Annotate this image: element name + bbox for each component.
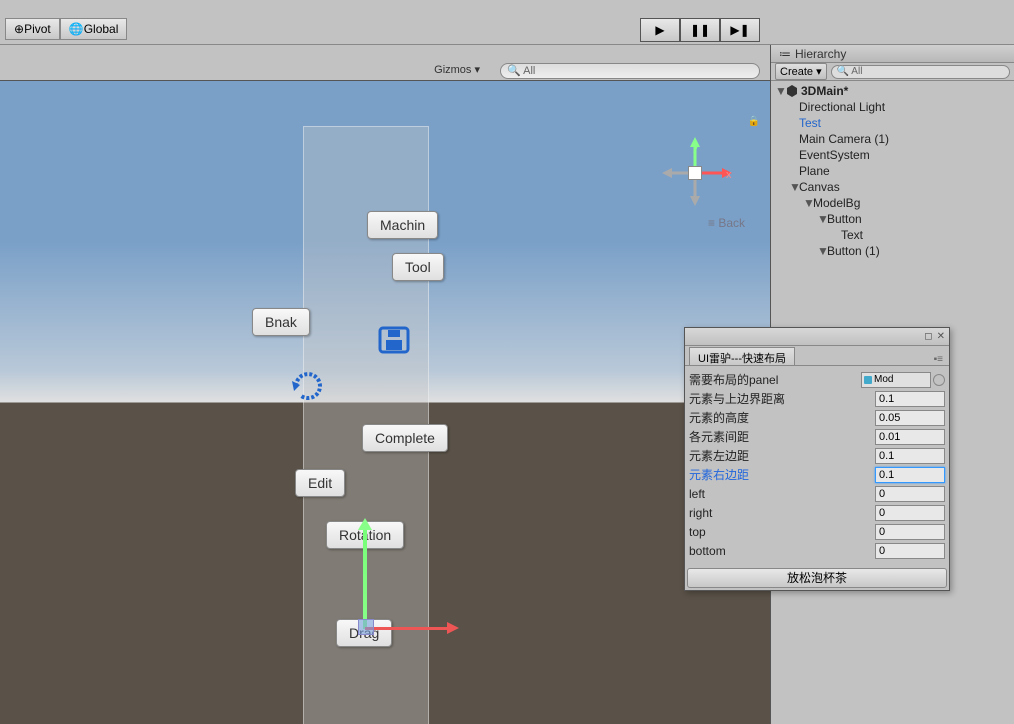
hierarchy-toolbar: Create ▾ 🔍 All xyxy=(771,63,1014,81)
property-label: left xyxy=(689,487,875,501)
property-row: left xyxy=(689,484,945,503)
hierarchy-item[interactable]: ▼Canvas xyxy=(771,179,1014,195)
number-input[interactable] xyxy=(875,543,945,559)
scene-toolbar: Gizmos ▾ 🔍 All xyxy=(0,45,770,81)
move-gizmo-y-axis[interactable] xyxy=(363,521,367,629)
property-label: top xyxy=(689,525,875,539)
property-list: 需要布局的panelMod元素与上边界距离元素的高度各元素间距元素左边距元素右边… xyxy=(685,366,949,564)
save-icon xyxy=(376,326,412,354)
number-input[interactable] xyxy=(875,486,945,502)
number-input[interactable] xyxy=(875,448,945,464)
scene-root[interactable]: ▼ 3DMain* xyxy=(771,83,1014,99)
property-row: bottom xyxy=(689,541,945,560)
property-label: bottom xyxy=(689,544,875,558)
handle-mode-group: ⊕ Pivot 🌐 Global xyxy=(5,18,127,40)
window-titlebar[interactable]: ◻ ✕ xyxy=(685,328,949,346)
lock-icon[interactable]: 🔒 xyxy=(748,116,760,127)
hierarchy-item[interactable]: Test xyxy=(771,115,1014,131)
number-input[interactable] xyxy=(875,429,945,445)
close-icon[interactable]: ✕ xyxy=(937,331,945,342)
property-row: 元素的高度 xyxy=(689,408,945,427)
step-button[interactable]: ▶❚ xyxy=(720,18,760,42)
move-gizmo-x-axis[interactable] xyxy=(365,627,455,630)
move-gizmo-center[interactable] xyxy=(358,619,374,635)
scene-button-complete[interactable]: Complete xyxy=(362,424,448,452)
property-row: 各元素间距 xyxy=(689,427,945,446)
pause-button[interactable]: ❚❚ xyxy=(680,18,720,42)
hierarchy-item[interactable]: EventSystem xyxy=(771,147,1014,163)
property-label: 各元素间距 xyxy=(689,428,875,445)
global-button[interactable]: 🌐 Global xyxy=(60,18,128,40)
hierarchy-item[interactable]: Text xyxy=(771,227,1014,243)
axis-label-y: y xyxy=(693,141,699,153)
hierarchy-item[interactable]: ▼Button xyxy=(771,211,1014,227)
property-row: 元素与上边界距离 xyxy=(689,389,945,408)
hierarchy-tab[interactable]: ≔Hierarchy xyxy=(771,45,1014,63)
property-label: 元素右边距 xyxy=(689,466,875,483)
context-menu-icon[interactable]: ▪≡ xyxy=(934,354,943,365)
number-input[interactable] xyxy=(875,467,945,483)
property-label: 元素与上边界距离 xyxy=(689,390,875,407)
relax-button[interactable]: 放松泡杯茶 xyxy=(687,568,947,588)
number-input[interactable] xyxy=(875,391,945,407)
scene-button-tool[interactable]: Tool xyxy=(392,253,444,281)
number-input[interactable] xyxy=(875,524,945,540)
main-toolbar: ⊕ Pivot 🌐 Global ▶ ❚❚ ▶❚ xyxy=(0,0,1014,45)
hierarchy-item[interactable]: Main Camera (1) xyxy=(771,131,1014,147)
scene-viewport[interactable]: Machin Tool Bnak Complete Edit Rotation … xyxy=(0,81,770,724)
hierarchy-item[interactable]: Directional Light xyxy=(771,99,1014,115)
hierarchy-item[interactable]: Plane xyxy=(771,163,1014,179)
scene-button-edit[interactable]: Edit xyxy=(295,469,345,497)
window-tab[interactable]: UI雷驴---快速布局 xyxy=(689,347,795,365)
hierarchy-tree: ▼ 3DMain* Directional LightTestMain Came… xyxy=(771,81,1014,261)
property-label: 元素左边距 xyxy=(689,447,875,464)
hierarchy-search-input[interactable]: 🔍 All xyxy=(831,65,1010,79)
play-controls: ▶ ❚❚ ▶❚ xyxy=(640,18,760,42)
scene-view: Gizmos ▾ 🔍 All Machin Tool Bnak Complete… xyxy=(0,45,770,724)
property-label: 需要布局的panel xyxy=(689,371,861,388)
gizmos-dropdown[interactable]: Gizmos ▾ xyxy=(434,63,480,76)
property-row: 元素左边距 xyxy=(689,446,945,465)
hierarchy-item[interactable]: ▼ModelBg xyxy=(771,195,1014,211)
scene-button-machin[interactable]: Machin xyxy=(367,211,438,239)
property-row: top xyxy=(689,522,945,541)
play-button[interactable]: ▶ xyxy=(640,18,680,42)
scene-button-bnak[interactable]: Bnak xyxy=(252,308,310,336)
popout-icon[interactable]: ◻ xyxy=(924,331,932,342)
property-row: 元素右边距 xyxy=(689,465,945,484)
number-input[interactable] xyxy=(875,505,945,521)
hierarchy-item[interactable]: ▼Button (1) xyxy=(771,243,1014,259)
create-dropdown[interactable]: Create ▾ xyxy=(775,63,827,80)
object-field[interactable]: Mod xyxy=(861,372,931,388)
number-input[interactable] xyxy=(875,410,945,426)
pivot-button[interactable]: ⊕ Pivot xyxy=(5,18,60,40)
refresh-icon xyxy=(288,371,328,401)
property-row: right xyxy=(689,503,945,522)
orientation-gizmo[interactable]: y x xyxy=(650,131,740,221)
axis-label-x: x xyxy=(726,169,732,181)
property-label: 元素的高度 xyxy=(689,409,875,426)
layout-tool-window: ◻ ✕ UI雷驴---快速布局 ▪≡ 需要布局的panelMod元素与上边界距离… xyxy=(684,327,950,591)
object-picker-icon[interactable] xyxy=(933,374,945,386)
back-label[interactable]: ≡ Back xyxy=(708,216,745,230)
property-row: 需要布局的panelMod xyxy=(689,370,945,389)
scene-search-input[interactable]: 🔍 All xyxy=(500,63,760,79)
property-label: right xyxy=(689,506,875,520)
